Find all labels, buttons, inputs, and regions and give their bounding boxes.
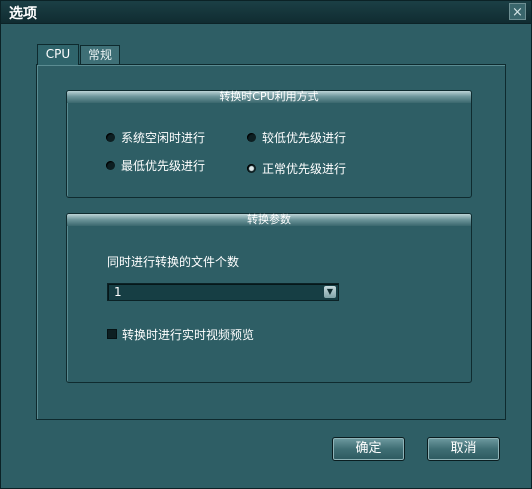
radio-lowest-priority[interactable] [106,161,115,170]
chevron-down-icon[interactable]: ▼ [324,286,336,298]
radio-idle-label[interactable]: 系统空闲时进行 [121,129,205,146]
tab-general[interactable]: 常规 [80,45,120,65]
radio-normal-priority-label[interactable]: 正常优先级进行 [262,160,346,177]
radio-lower-priority-label[interactable]: 较低优先级进行 [262,129,346,146]
window-title: 选项 [9,6,37,22]
file-count-select[interactable]: 1 ▼ [107,283,339,301]
preview-checkbox[interactable] [107,329,117,339]
preview-label[interactable]: 转换时进行实时视频预览 [122,326,254,343]
cpu-mode-header: 转换时CPU利用方式 [67,91,471,103]
close-icon[interactable]: × [509,3,526,20]
radio-lower-priority[interactable] [247,133,256,142]
ok-button[interactable]: 确定 [332,437,405,461]
radio-idle[interactable] [106,133,115,142]
cancel-button[interactable]: 取消 [427,437,500,461]
title-bar[interactable]: 选项 × [1,1,531,24]
radio-normal-priority[interactable] [247,164,256,173]
radio-lowest-priority-label[interactable]: 最低优先级进行 [121,157,205,174]
file-count-value: 1 [114,285,122,299]
convert-params-header: 转换参数 [67,214,471,226]
file-count-label: 同时进行转换的文件个数 [107,255,240,269]
tab-cpu[interactable]: CPU [37,44,79,65]
